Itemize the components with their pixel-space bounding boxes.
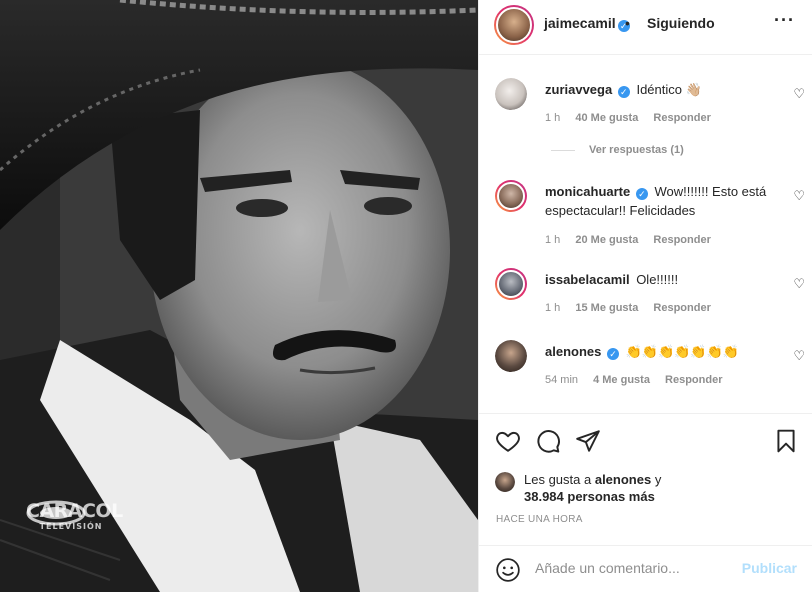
- comment-item: issabelacamil Ole!!!!!! 1 h 15 Me gusta …: [495, 268, 805, 318]
- share-icon[interactable]: [575, 428, 601, 454]
- post-actions: [479, 414, 812, 474]
- reply-button[interactable]: Responder: [653, 302, 710, 314]
- replies-divider: [551, 149, 575, 151]
- heart-icon[interactable]: ♡: [793, 276, 805, 292]
- comment-icon[interactable]: [535, 428, 561, 454]
- comment-body: zuriavvega ✓ Idéntico 👋🏼: [545, 80, 785, 99]
- channel-watermark: CARACOL TELEVISIÓN: [26, 500, 123, 531]
- separator-dot: •: [625, 15, 630, 31]
- heart-icon[interactable]: ♡: [793, 188, 805, 204]
- commenter-avatar[interactable]: [495, 180, 527, 212]
- heart-icon[interactable]: [495, 428, 521, 454]
- comment-time[interactable]: 1 h: [545, 234, 560, 246]
- post-photo[interactable]: CARACOL TELEVISIÓN: [0, 0, 478, 592]
- comment-input[interactable]: Añade un comentario...: [535, 560, 725, 576]
- commenter-avatar[interactable]: [495, 340, 527, 372]
- author-avatar[interactable]: [494, 5, 534, 45]
- view-replies-button[interactable]: Ver respuestas (1): [551, 144, 684, 156]
- likes-count[interactable]: 38.984 personas más: [524, 489, 655, 504]
- verified-badge-icon: ✓: [635, 188, 648, 200]
- comment-meta: 1 h 15 Me gusta Responder: [545, 302, 723, 314]
- commenter-username[interactable]: issabelacamil: [545, 272, 630, 287]
- publish-button[interactable]: Publicar: [742, 560, 797, 576]
- comment-body: alenones ✓ 👏👏👏👏👏👏👏: [545, 342, 785, 361]
- comment-meta: 1 h 20 Me gusta Responder: [545, 234, 723, 246]
- comment-likes[interactable]: 40 Me gusta: [575, 112, 638, 124]
- bookmark-icon[interactable]: [773, 428, 799, 454]
- comment-likes[interactable]: 20 Me gusta: [575, 234, 638, 246]
- comment-text: Ole!!!!!!: [636, 272, 679, 287]
- commenter-username[interactable]: alenones ✓: [545, 344, 619, 360]
- more-options-icon[interactable]: ···: [774, 10, 795, 31]
- comment-body: issabelacamil Ole!!!!!!: [545, 270, 785, 289]
- verified-badge-icon: ✓: [606, 348, 619, 360]
- commenter-avatar[interactable]: [495, 268, 527, 300]
- post-header: jaimecamil ✓ • Siguiendo ···: [479, 0, 812, 55]
- comment-likes[interactable]: 15 Me gusta: [575, 302, 638, 314]
- post-timestamp[interactable]: HACE UNA HORA: [496, 514, 583, 525]
- comment-body: monicahuarte ✓ Wow!!!!!!! Esto está espe…: [545, 182, 785, 220]
- comment-time[interactable]: 1 h: [545, 112, 560, 124]
- add-comment-bar: Añade un comentario... Publicar: [479, 545, 812, 592]
- comment-text: 👏👏👏👏👏👏👏: [625, 344, 739, 359]
- liker-username[interactable]: alenones: [595, 472, 651, 487]
- reply-button[interactable]: Responder: [665, 374, 722, 386]
- reply-button[interactable]: Responder: [653, 234, 710, 246]
- comment-meta: 1 h 40 Me gusta Responder: [545, 112, 723, 124]
- following-button[interactable]: Siguiendo: [647, 15, 715, 31]
- comment-likes[interactable]: 4 Me gusta: [593, 374, 650, 386]
- post-panel: jaimecamil ✓ • Siguiendo ··· zuriavvega ✓…: [478, 0, 812, 592]
- caracol-logo-icon: [26, 500, 86, 526]
- comment-time[interactable]: 1 h: [545, 302, 560, 314]
- heart-icon[interactable]: ♡: [793, 86, 805, 102]
- liker-avatar[interactable]: [495, 472, 515, 492]
- author-username[interactable]: jaimecamil ✓: [544, 15, 630, 32]
- commenter-avatar[interactable]: [495, 78, 527, 110]
- comment-text: Idéntico 👋🏼: [636, 82, 702, 97]
- comment-meta: 54 min 4 Me gusta Responder: [545, 374, 734, 386]
- comments-list[interactable]: zuriavvega ✓ Idéntico 👋🏼 1 h 40 Me gusta…: [479, 56, 812, 414]
- heart-icon[interactable]: ♡: [793, 348, 805, 364]
- comment-item: monicahuarte ✓ Wow!!!!!!! Esto está espe…: [495, 180, 805, 250]
- comment-item: alenones ✓ 👏👏👏👏👏👏👏 54 min 4 Me gusta Res…: [495, 340, 805, 390]
- reply-button[interactable]: Responder: [653, 112, 710, 124]
- verified-badge-icon: ✓: [617, 86, 630, 98]
- comment-item: zuriavvega ✓ Idéntico 👋🏼 1 h 40 Me gusta…: [495, 78, 805, 138]
- commenter-username[interactable]: zuriavvega ✓: [545, 82, 630, 98]
- likes-text: Les gusta a alenones y: [524, 472, 662, 487]
- comment-time[interactable]: 54 min: [545, 374, 578, 386]
- emoji-icon[interactable]: [495, 557, 521, 583]
- commenter-username[interactable]: monicahuarte ✓: [545, 184, 648, 200]
